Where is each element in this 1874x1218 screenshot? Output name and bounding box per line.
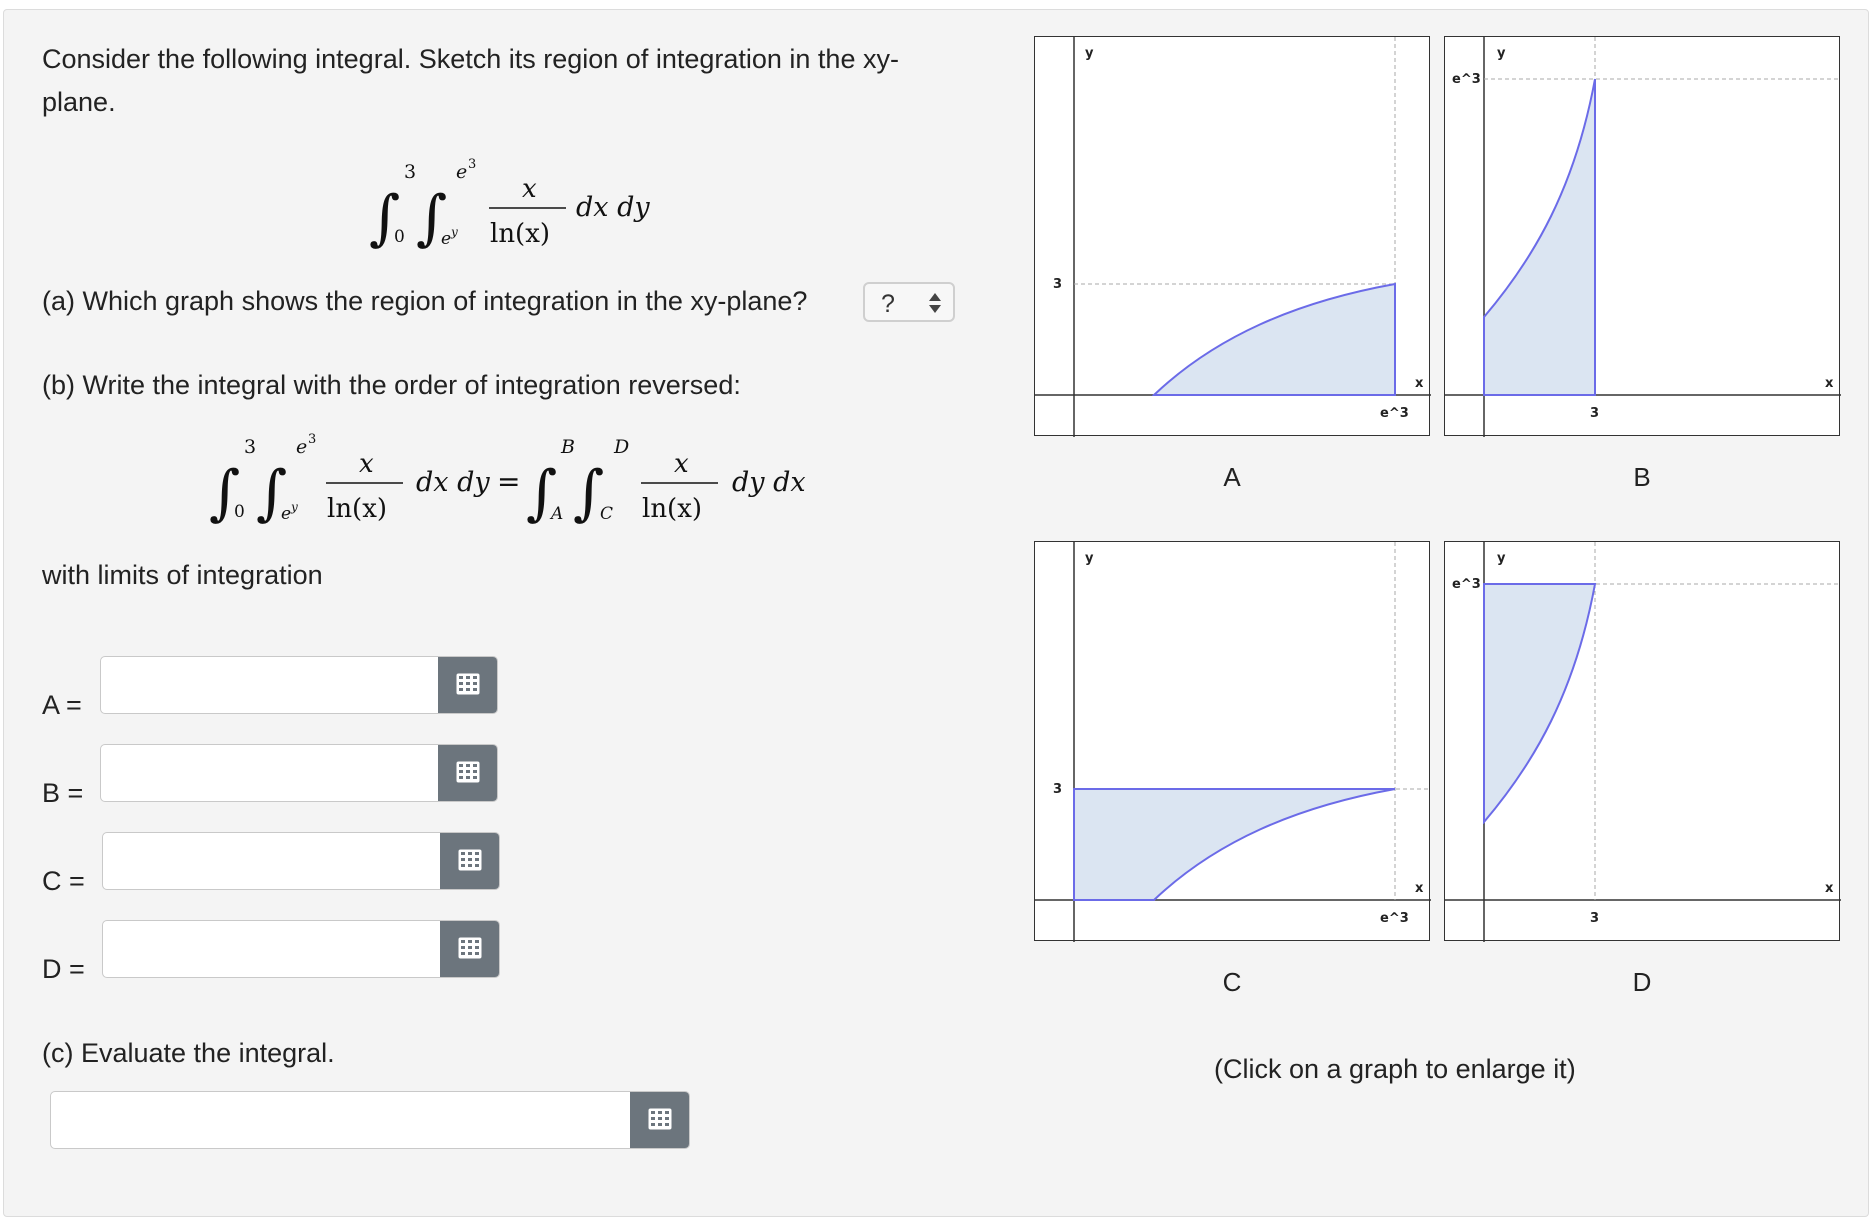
tick-y-label: e^3 [1452,72,1481,87]
limit-c-input[interactable] [103,833,439,889]
limit-c-label: C = [42,866,85,896]
axis-y-label: y [1085,551,1094,566]
chevron-updown-icon [929,293,941,313]
axis-y-label: y [1497,46,1506,61]
keyboard-icon [648,1108,672,1130]
limit-b-field [100,744,498,802]
region-a [1151,282,1396,396]
part-a-text: (a) Which graph shows the region of inte… [42,286,808,316]
keyboard-icon [456,673,480,695]
outer-upper-limit: 3 [404,161,416,183]
limit-a-label: A = [42,690,82,720]
numerator: x [522,174,537,204]
rhs-outer-lower: A [549,504,563,524]
limit-d-input[interactable] [103,921,439,977]
limit-d-field [102,920,500,978]
graph-a-caption: A [1223,462,1241,492]
part-c-text: (c) Evaluate the integral. [42,1038,335,1068]
region-c [1073,788,1396,901]
axis-y-label: y [1085,46,1094,61]
rhs-numerator: x [674,449,689,479]
integral-value-keyboard-button[interactable] [630,1092,689,1148]
keyboard-icon [458,849,482,871]
limit-d-keyboard-button[interactable] [440,921,499,977]
limit-d-label: D = [42,954,85,984]
reversed-integral-equation: ∫ 3 0 ∫ e 3 e y x ln(x) dx dy = ∫ B A ∫ … [204,425,824,540]
graph-b[interactable]: y x e^3 3 [1444,36,1841,437]
equals-sign: = [497,465,520,498]
enlarge-note: (Click on a graph to enlarge it) [1214,1054,1576,1084]
inner-lower-limit: e [441,229,451,249]
rhs-inner-lower: C [600,504,613,524]
differentials: dx dy [576,192,650,223]
lhs-numerator: x [359,449,374,479]
inner-upper-exp: 3 [468,157,476,172]
rhs-inner-upper: D [613,436,629,458]
lhs-outer-upper: 3 [244,436,256,458]
tick-x-label: e^3 [1380,911,1409,926]
lhs-inner-upper: e [296,436,307,458]
lhs-inner-lower: e [281,504,291,524]
keyboard-icon [456,761,480,783]
denominator: ln(x) [490,219,550,249]
graph-choices: y x 3 e^3 A y x e^3 3 B y x 3 e^3 C y x … [1034,36,1870,1186]
limit-a-field [100,656,498,714]
inner-lower-exp: y [450,225,458,239]
problem-panel: Consider the following integral. Sketch … [3,9,1869,1217]
lhs-differentials: dx dy [416,467,490,498]
tick-y-label: e^3 [1452,577,1481,592]
tick-y-label: 3 [1053,782,1062,797]
axis-x-label: x [1825,376,1834,391]
limit-c-field [102,832,500,890]
lhs-inner-lower-exp: y [290,500,298,514]
main-integral: ∫ 3 0 ∫ e 3 e y x ln(x) dx dy [364,150,684,265]
outer-lower-limit: 0 [394,227,405,247]
rhs-denominator: ln(x) [642,494,702,524]
limit-a-input[interactable] [101,657,437,713]
axis-x-label: x [1825,881,1834,896]
keyboard-icon [458,937,482,959]
graph-a[interactable]: y x 3 e^3 [1034,36,1431,437]
limits-label: with limits of integration [42,560,323,590]
limit-c-keyboard-button[interactable] [440,833,499,889]
graph-c-caption: C [1222,967,1242,997]
graph-b-caption: B [1633,462,1651,492]
question-column: Consider the following integral. Sketch … [4,10,1004,1210]
limit-a-keyboard-button[interactable] [438,657,497,713]
lhs-denominator: ln(x) [327,494,387,524]
lhs-inner-upper-exp: 3 [308,432,316,447]
tick-y-label: 3 [1053,277,1062,292]
integral-value-field [50,1091,690,1149]
graph-c[interactable]: y x 3 e^3 [1034,541,1431,942]
tick-x-label: 3 [1590,911,1599,926]
lhs-outer-lower: 0 [234,502,245,522]
graph-d[interactable]: y x e^3 3 [1444,541,1841,942]
axis-x-label: x [1415,881,1424,896]
intro-text: Consider the following integral. Sketch … [42,44,899,117]
rhs-outer-upper: B [560,436,575,458]
tick-x-label: 3 [1590,406,1599,421]
inner-upper-limit: e [456,161,467,183]
limit-b-keyboard-button[interactable] [438,745,497,801]
axis-x-label: x [1415,376,1424,391]
tick-x-label: e^3 [1380,406,1409,421]
part-b-text: (b) Write the integral with the order of… [42,370,741,400]
region-d [1483,583,1597,825]
rhs-differentials: dy dx [732,467,806,498]
integral-value-input[interactable] [51,1092,629,1148]
limit-b-label: B = [42,778,84,808]
select-value: ? [881,290,895,318]
graph-d-caption: D [1632,967,1652,997]
axis-y-label: y [1497,551,1506,566]
region-graph-select[interactable]: ? [863,282,955,322]
region-b [1483,78,1596,396]
limit-b-input[interactable] [101,745,437,801]
